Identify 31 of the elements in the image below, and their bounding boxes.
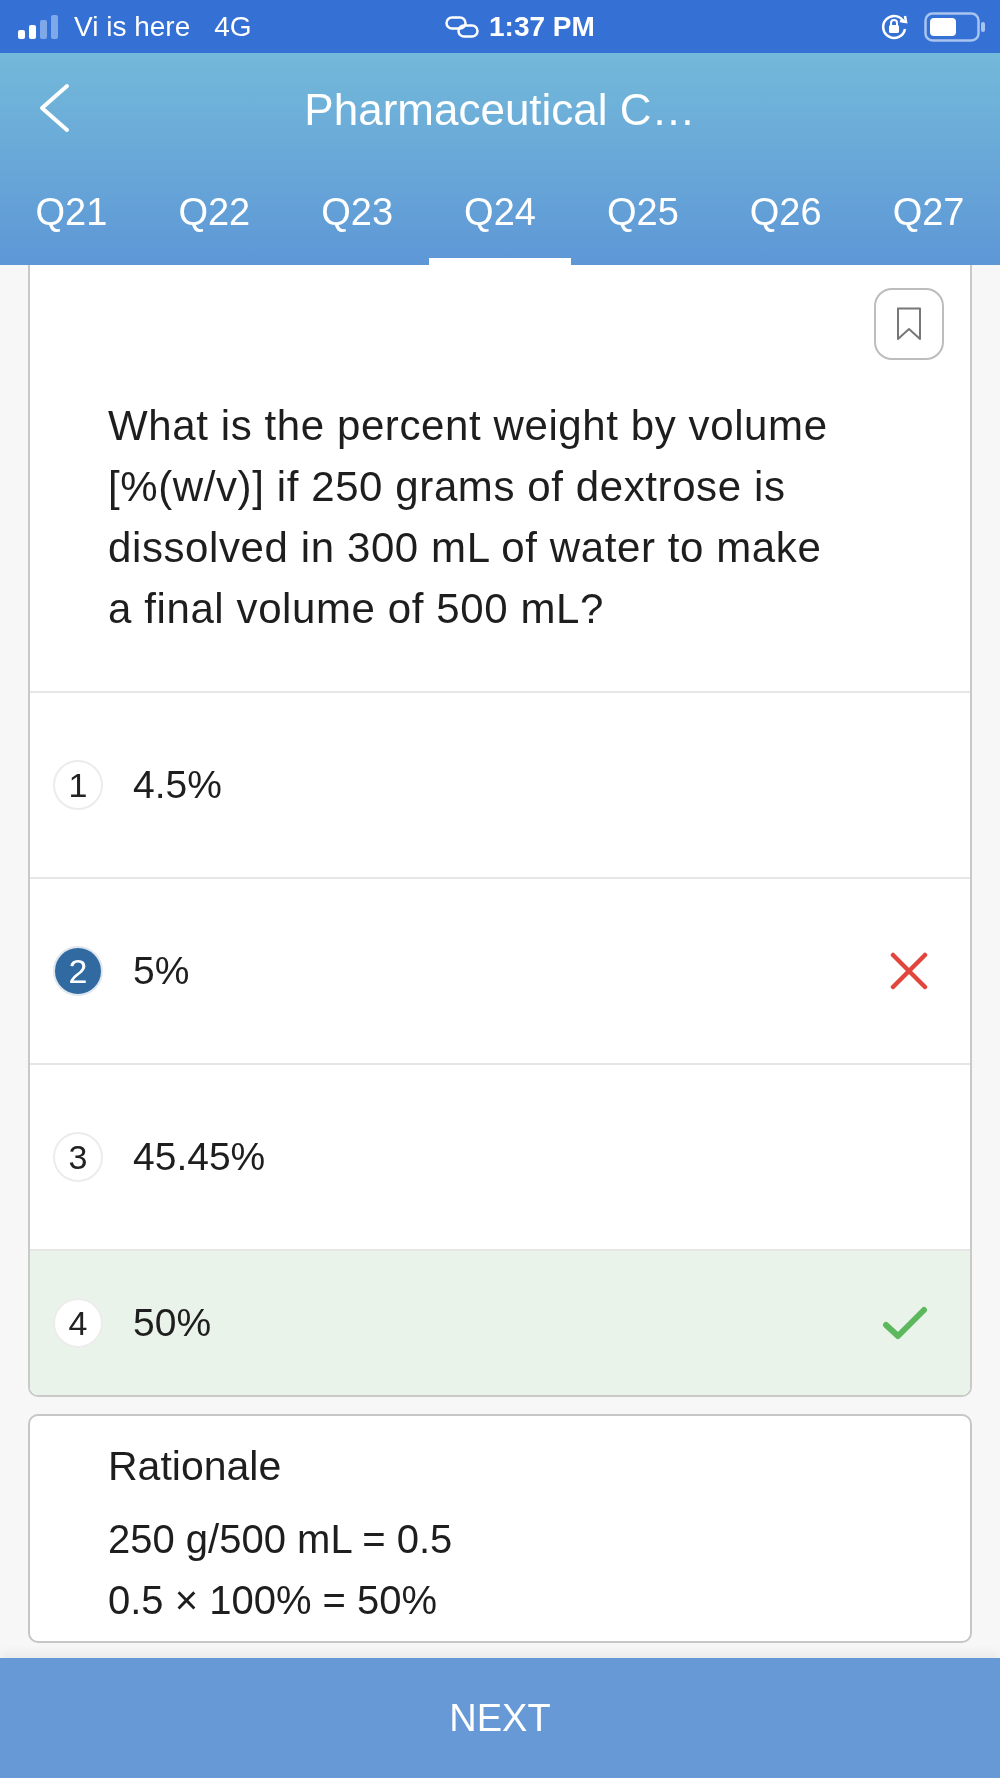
battery-icon (924, 11, 986, 42)
carrier-name: Vi is here (74, 10, 191, 43)
question-tab[interactable]: Q25 (571, 163, 715, 265)
option-number: 4 (53, 1298, 103, 1348)
rationale-line: 0.5 × 100% = 50% (108, 1577, 439, 1624)
chevron-left-icon (38, 83, 70, 133)
question-tab[interactable]: Q23 (285, 163, 429, 265)
answer-option[interactable]: 4 50% (30, 1249, 970, 1395)
rationale-title: Rationale (108, 1442, 283, 1491)
status-time: 1:37 PM (489, 10, 595, 43)
question-text: What is the percent weight by volume [%(w/v)] if 250 grams of dextrose is dissolved in 300 mL of water to make a final volume of 500 mL? (108, 401, 829, 634)
bookmark-button[interactable] (874, 288, 944, 360)
network-type: 4G (214, 10, 252, 43)
option-number: 2 (53, 946, 103, 996)
option-text: 50% (133, 1301, 213, 1345)
option-number: 3 (53, 1132, 103, 1182)
next-button[interactable]: NEXT (0, 1658, 1000, 1778)
signal-icon (18, 14, 60, 39)
link-icon (445, 15, 479, 38)
option-text: 4.5% (133, 763, 223, 807)
option-number: 1 (53, 760, 103, 810)
option-text: 5% (133, 949, 191, 993)
rationale-line: 250 g/500 mL = 0.5 (108, 1516, 454, 1563)
option-text: 45.45% (133, 1135, 267, 1179)
back-button[interactable] (38, 83, 70, 133)
question-tab[interactable]: Q21 (0, 163, 143, 265)
question-tab[interactable]: Q26 (714, 163, 858, 265)
rotation-lock-icon (880, 12, 908, 41)
question-tab[interactable]: Q27 (857, 163, 1000, 265)
header-title: Pharmaceutical C… (303, 84, 697, 135)
question-tab[interactable]: Q22 (142, 163, 286, 265)
